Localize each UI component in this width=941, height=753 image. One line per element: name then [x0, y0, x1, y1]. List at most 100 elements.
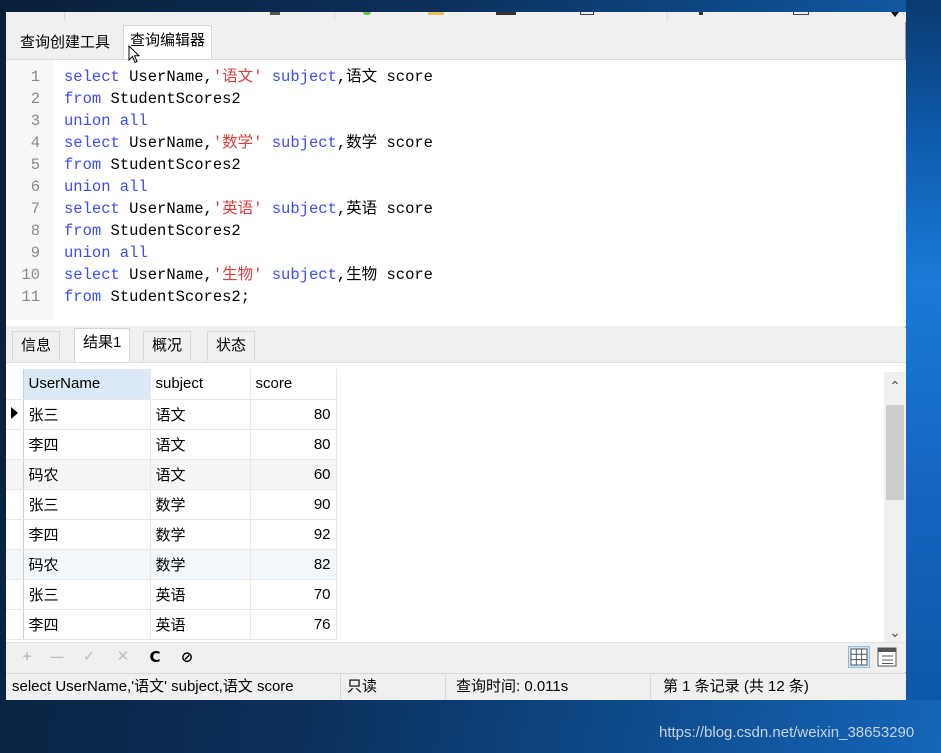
cell-score[interactable]: 70 — [250, 579, 337, 610]
code-line[interactable]: 6 union all — [6, 176, 148, 198]
column-header-username[interactable]: UserName — [23, 369, 151, 400]
add-record-icon[interactable]: + — [18, 648, 36, 666]
discard-changes-icon[interactable]: ✕ — [114, 648, 132, 666]
cell-username[interactable]: 张三 — [23, 489, 151, 520]
cell-username[interactable]: 码农 — [23, 549, 151, 580]
sql-keyword: subject — [262, 200, 337, 218]
row-header[interactable] — [6, 399, 24, 430]
code-text: union all — [64, 242, 148, 264]
toolbar-overflow-icon[interactable] — [891, 12, 899, 17]
line-number: 7 — [30, 200, 40, 218]
scroll-down-icon[interactable]: ⌄ — [884, 622, 906, 642]
column-header-score[interactable]: score — [250, 369, 337, 400]
cell-username[interactable]: 李四 — [23, 519, 151, 550]
table-row[interactable]: 张三 英语 70 — [6, 579, 337, 610]
table-row[interactable]: 李四 数学 92 — [6, 519, 337, 550]
cell-score[interactable]: 82 — [250, 549, 337, 580]
code-line[interactable]: 8 from StudentScores2 — [6, 220, 241, 242]
row-header[interactable] — [6, 519, 24, 550]
cell-score[interactable]: 92 — [250, 519, 337, 550]
code-line[interactable]: 9 union all — [6, 242, 148, 264]
row-header[interactable] — [6, 429, 24, 460]
sql-editor[interactable]: 1 select UserName,'语文' subject,语文 score 2 f… — [6, 59, 906, 326]
cell-subject[interactable]: 语文 — [150, 459, 251, 490]
code-line[interactable]: 1 select UserName,'语文' subject,语文 score — [6, 66, 433, 88]
cell-subject[interactable]: 数学 — [150, 489, 251, 520]
status-sql: select UserName,'语文' subject,语文 score — [6, 674, 341, 700]
code-text: select UserName,'语文' subject,语文 score — [64, 66, 433, 88]
code-line[interactable]: 2 from StudentScores2 — [6, 88, 241, 110]
code-text: select UserName,'生物' subject,生物 score — [64, 264, 433, 286]
cell-score[interactable]: 80 — [250, 399, 337, 430]
grid-view-button[interactable] — [848, 646, 870, 668]
cell-subject[interactable]: 数学 — [150, 549, 251, 580]
refresh-icon[interactable]: C — [146, 648, 164, 666]
table-row[interactable]: 李四 英语 76 — [6, 609, 337, 640]
status-readonly: 只读 — [341, 674, 446, 700]
line-number: 6 — [30, 178, 40, 196]
row-header[interactable] — [6, 549, 24, 580]
cell-subject[interactable]: 英语 — [150, 579, 251, 610]
row-header[interactable] — [6, 489, 24, 520]
toolbar-icon[interactable] — [270, 12, 280, 15]
table-row[interactable]: 码农 语文 60 — [6, 459, 337, 490]
toolbar-icon[interactable] — [580, 12, 594, 15]
code-line[interactable]: 4 select UserName,'数学' subject,数学 score — [6, 132, 433, 154]
run-icon[interactable] — [363, 12, 371, 15]
scroll-up-icon[interactable]: ⌃ — [884, 376, 906, 396]
toolbar-icon[interactable] — [793, 12, 809, 15]
vertical-scrollbar[interactable]: ⌃ ⌄ — [884, 372, 906, 644]
cell-subject[interactable]: 语文 — [150, 399, 251, 430]
scroll-thumb[interactable] — [886, 405, 904, 500]
cell-username[interactable]: 张三 — [23, 579, 151, 610]
cell-username[interactable]: 张三 — [23, 399, 151, 430]
cell-subject[interactable]: 数学 — [150, 519, 251, 550]
row-header[interactable] — [6, 609, 24, 640]
sql-keyword: from — [64, 90, 111, 108]
code-line[interactable]: 11 from StudentScores2; — [6, 286, 250, 308]
tab-info[interactable]: 信息 — [12, 331, 61, 361]
code-line[interactable]: 5 from StudentScores2 — [6, 154, 241, 176]
toolbar-icon[interactable] — [496, 12, 516, 15]
toolbar-icon[interactable] — [428, 12, 444, 15]
sql-keyword: select — [64, 68, 130, 86]
column-header-subject[interactable]: subject — [150, 369, 251, 400]
table-row[interactable]: 李四 语文 80 — [6, 429, 337, 460]
cell-score[interactable]: 76 — [250, 609, 337, 640]
delete-record-icon[interactable]: — — [48, 648, 66, 666]
form-view-button[interactable] — [876, 646, 898, 668]
tab-profile[interactable]: 概况 — [143, 331, 192, 361]
table-row[interactable]: 码农 数学 82 — [6, 549, 337, 580]
row-header[interactable] — [6, 459, 24, 490]
stop-icon[interactable]: ⊘ — [178, 648, 196, 666]
row-header[interactable] — [6, 579, 24, 610]
status-query-time: 查询时间: 0.011s — [446, 674, 651, 700]
toolbar-icon[interactable] — [699, 12, 703, 15]
cell-username[interactable]: 码农 — [23, 459, 151, 490]
mouse-cursor-icon — [128, 45, 141, 64]
cell-score[interactable]: 90 — [250, 489, 337, 520]
row-header-corner — [6, 369, 24, 400]
tab-status[interactable]: 状态 — [207, 331, 256, 361]
code-line[interactable]: 7 select UserName,'英语' subject,英语 score — [6, 198, 433, 220]
table-row[interactable]: 张三 数学 90 — [6, 489, 337, 520]
cell-subject[interactable]: 英语 — [150, 609, 251, 640]
line-number: 8 — [30, 222, 40, 240]
sql-keyword: subject — [262, 68, 337, 86]
tab-query-builder[interactable]: 查询创建工具 — [14, 28, 116, 59]
apply-changes-icon[interactable]: ✓ — [80, 648, 98, 666]
sql-keyword: union all — [64, 244, 148, 262]
cell-username[interactable]: 李四 — [23, 609, 151, 640]
tab-result1[interactable]: 结果1 — [74, 328, 131, 362]
current-row-pointer-icon — [11, 406, 18, 419]
line-number: 3 — [30, 112, 40, 130]
code-text: select UserName,'数学' subject,数学 score — [64, 132, 433, 154]
code-line[interactable]: 3 union all — [6, 110, 148, 132]
table-row[interactable]: 张三 语文 80 — [6, 399, 337, 430]
code-line[interactable]: 10 select UserName,'生物' subject,生物 score — [6, 264, 433, 286]
line-number: 9 — [30, 244, 40, 262]
cell-username[interactable]: 李四 — [23, 429, 151, 460]
cell-score[interactable]: 80 — [250, 429, 337, 460]
cell-score[interactable]: 60 — [250, 459, 337, 490]
cell-subject[interactable]: 语文 — [150, 429, 251, 460]
